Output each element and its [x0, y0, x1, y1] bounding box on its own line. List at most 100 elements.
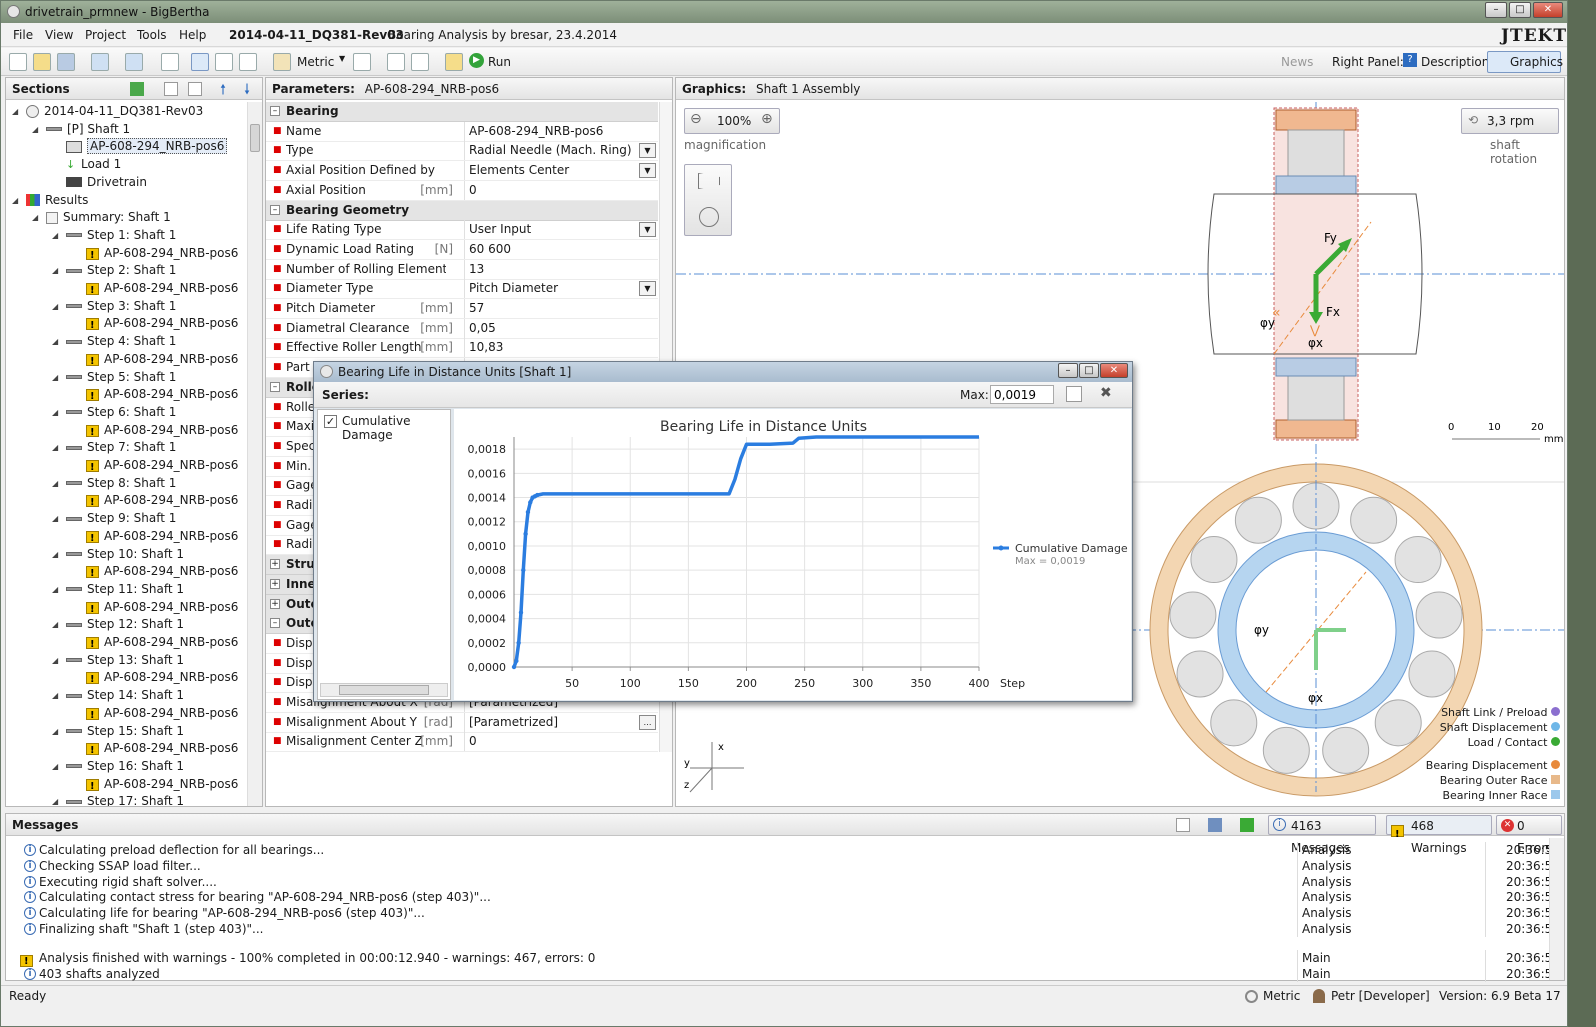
expand-toggle-icon[interactable]: ◢ — [52, 581, 58, 599]
tree-step-bearing[interactable]: AP-608-294_NRB-pos6 — [74, 279, 238, 300]
menu-view[interactable]: View — [45, 28, 73, 42]
run-icon[interactable]: ▶ — [469, 53, 484, 68]
tree-scrollbar[interactable] — [247, 102, 262, 806]
message-row[interactable]: i Finalizing shaft "Shaft 1 (step 403)"..… — [6, 921, 1567, 937]
tree-step[interactable]: ◢ Step 8: Shaft 1 — [52, 474, 176, 493]
group-toggle-icon[interactable]: + — [270, 578, 280, 589]
property-value[interactable]: Pitch Diameter — [464, 279, 638, 299]
news-button[interactable]: News — [1281, 55, 1313, 69]
group-toggle-icon[interactable]: + — [270, 559, 280, 570]
series-hscroll-thumb[interactable] — [339, 685, 429, 695]
graphics-button[interactable]: Graphics — [1510, 55, 1563, 69]
message-row[interactable]: i Calculating life for bearing "AP-608-29… — [6, 905, 1567, 922]
series-hscrollbar[interactable] — [320, 683, 448, 697]
tree-step-bearing[interactable]: AP-608-294_NRB-pos6 — [74, 562, 238, 583]
tree-summary[interactable]: ◢ Summary: Shaft 1 — [32, 208, 171, 226]
save-messages-icon[interactable] — [1208, 818, 1222, 832]
tree-view-icon[interactable] — [215, 53, 233, 71]
tree-drivetrain[interactable]: Drivetrain — [54, 173, 147, 191]
expand-toggle-icon[interactable]: ◢ — [52, 616, 58, 634]
property-row[interactable]: ■ Misalignment About Y [rad] [Parametrized]… — [266, 712, 658, 733]
expand-toggle-icon[interactable]: ◢ — [52, 298, 58, 316]
tree-step[interactable]: ◢ Step 7: Shaft 1 — [52, 438, 176, 457]
property-row[interactable]: ■ Diametral Clearance [mm] 0,05 — [266, 318, 658, 339]
close-button[interactable]: ✕ — [1533, 2, 1563, 18]
tree-step-bearing[interactable]: AP-608-294_NRB-pos6 — [74, 668, 238, 689]
minimize-button[interactable]: – — [1485, 2, 1507, 18]
copy-chart-icon[interactable] — [1066, 386, 1082, 402]
tree-step[interactable]: ◢ Step 13: Shaft 1 — [52, 651, 184, 670]
property-row[interactable]: ■ Diameter Type Pitch Diameter ▼ — [266, 279, 658, 300]
report-icon[interactable] — [411, 53, 429, 71]
description-button[interactable]: Description — [1421, 55, 1489, 69]
remove-section-icon[interactable] — [164, 82, 178, 96]
add-section-icon[interactable] — [130, 82, 144, 96]
expand-toggle-icon[interactable]: ◢ — [52, 475, 58, 493]
message-row[interactable]: i 403 shafts analyzed Main 20:36:58 — [6, 965, 1567, 982]
group-toggle-icon[interactable]: + — [270, 598, 280, 609]
expand-toggle-icon[interactable]: ◢ — [52, 439, 58, 457]
expand-toggle-icon[interactable]: ◢ — [52, 652, 58, 670]
tree-step-bearing[interactable]: AP-608-294_NRB-pos6 — [74, 598, 238, 619]
messages-scrollbar[interactable] — [1549, 838, 1564, 980]
tree-bearing[interactable]: AP-608-294_NRB-pos6 — [54, 137, 228, 155]
tree-step[interactable]: ◢ Step 15: Shaft 1 — [52, 722, 184, 740]
expand-toggle-icon[interactable]: ◢ — [12, 192, 18, 210]
expand-toggle-icon[interactable]: ◢ — [52, 546, 58, 564]
tree-shaft[interactable]: ◢ [P] Shaft 1 — [32, 120, 130, 138]
tree-step[interactable]: ◢ Step 17: Shaft 1 — [52, 792, 184, 806]
tree-step[interactable]: ◢ Step 16: Shaft 1 — [52, 757, 184, 776]
message-row[interactable]: i Checking SSAP load filter... Analysis 20:… — [6, 857, 1567, 874]
group-toggle-icon[interactable]: – — [270, 381, 280, 392]
property-value[interactable]: 10,83 — [464, 338, 638, 358]
property-value[interactable]: 0 — [464, 732, 638, 752]
tree-step[interactable]: ◢ Step 12: Shaft 1 — [52, 615, 184, 634]
message-row[interactable]: Analysis finished with warnings - 100% c… — [6, 950, 1567, 970]
group-toggle-icon[interactable]: – — [270, 106, 280, 116]
tree-step-bearing[interactable]: AP-608-294_NRB-pos6 — [74, 491, 238, 512]
errors-filter-button[interactable]: ✕ 0 Errors — [1496, 815, 1562, 855]
layout-icon[interactable] — [161, 53, 179, 71]
message-row[interactable]: i Executing rigid shaft solver.... Analysi… — [6, 873, 1567, 890]
export-icon[interactable] — [125, 53, 143, 71]
dropdown-icon[interactable]: ▼ — [639, 222, 656, 238]
dialog-close-button[interactable]: ✕ — [1100, 363, 1128, 378]
dialog-maximize-button[interactable]: □ — [1079, 363, 1099, 378]
import-icon[interactable] — [91, 53, 109, 71]
expand-toggle-icon[interactable]: ◢ — [52, 262, 58, 280]
property-row[interactable]: ■ Life Rating Type User Input ▼ — [266, 220, 658, 241]
property-value[interactable]: Elements Center — [464, 161, 638, 181]
status-units[interactable]: Metric — [1263, 989, 1300, 1003]
tree-step[interactable]: ◢ Step 9: Shaft 1 — [52, 509, 176, 528]
tree-root[interactable]: ◢ 2014-04-11_DQ381-Rev03 — [12, 102, 203, 120]
dialog-minimize-button[interactable]: – — [1058, 363, 1078, 378]
units-select[interactable]: Metric — [297, 55, 334, 69]
property-value[interactable]: User Input — [464, 220, 638, 240]
tree-step[interactable]: ◢ Step 10: Shaft 1 — [52, 545, 184, 564]
tree-step[interactable]: ◢ Step 11: Shaft 1 — [52, 580, 184, 599]
list-view-icon[interactable] — [191, 53, 209, 71]
series-item-label[interactable]: Cumulative Damage — [342, 414, 450, 442]
dropdown-icon[interactable]: ▼ — [639, 163, 656, 179]
wizard-icon[interactable] — [445, 53, 463, 71]
expand-toggle-icon[interactable]: ◢ — [52, 510, 58, 528]
tree-step-bearing[interactable]: AP-608-294_NRB-pos6 — [74, 775, 238, 796]
expand-toggle-icon[interactable]: ◢ — [52, 369, 58, 387]
property-row[interactable]: ■ Axial Position [mm] 0 — [266, 180, 658, 201]
tools-icon[interactable] — [239, 53, 257, 71]
tree-results[interactable]: ◢ Results — [12, 191, 88, 210]
expand-toggle-icon[interactable]: ◢ — [52, 687, 58, 705]
group-toggle-icon[interactable]: – — [270, 618, 280, 629]
move-down-icon[interactable]: 🠗 — [244, 79, 250, 101]
tree-step[interactable]: ◢ Step 14: Shaft 1 — [52, 686, 184, 705]
save-icon[interactable] — [57, 53, 75, 71]
tree-step[interactable]: ◢ Step 4: Shaft 1 — [52, 332, 176, 350]
max-input[interactable] — [990, 385, 1054, 404]
property-group[interactable]: – Bearing — [266, 102, 658, 122]
tree-step-bearing[interactable]: AP-608-294_NRB-pos6 — [74, 704, 238, 725]
expand-toggle-icon[interactable]: ◢ — [52, 758, 58, 776]
property-row[interactable]: ■ Effective Roller Length [mm] 10,83 — [266, 338, 658, 359]
property-value[interactable]: Radial Needle (Mach. Ring) — [464, 141, 638, 161]
series-checkbox[interactable]: ✓ — [324, 415, 337, 428]
property-row[interactable]: ■ Misalignment Center Z [mm] 0 — [266, 732, 658, 752]
